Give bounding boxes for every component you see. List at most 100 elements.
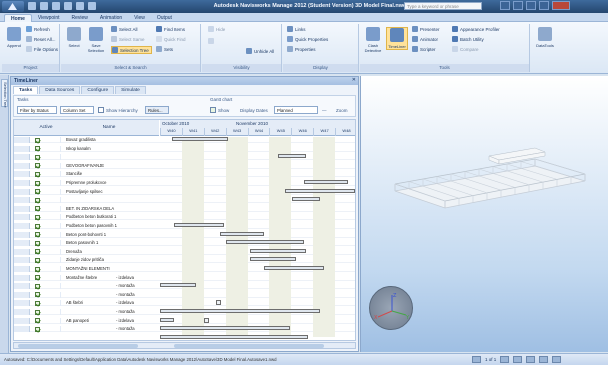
filter-status-dropdown[interactable]: Filter by Status [17,106,57,114]
active-checkbox[interactable] [35,197,40,203]
row-header[interactable] [14,274,30,281]
hide-button[interactable]: Hide [208,26,225,34]
quick-properties-button[interactable]: Quick Properties [287,36,328,44]
row-header[interactable] [14,257,30,264]
active-checkbox[interactable] [35,189,40,195]
3d-viewport[interactable]: Z X Y [360,76,608,352]
batch-utility-button[interactable]: Batch Utility [452,36,484,44]
active-checkbox[interactable] [35,223,40,229]
row-header[interactable] [14,266,30,272]
links-button[interactable]: Links [287,26,306,34]
display-dates-dropdown[interactable]: Planned [274,106,318,114]
gantt-bar[interactable] [220,231,264,236]
next-page-icon[interactable] [500,356,510,363]
gantt-bar[interactable] [160,309,320,313]
active-checkbox[interactable] [35,214,40,220]
gantt-bar[interactable] [250,257,296,262]
active-checkbox[interactable] [35,300,40,306]
save-selection-button[interactable]: Save Selection [85,27,107,53]
row-header[interactable] [14,326,30,333]
active-checkbox[interactable] [35,206,40,212]
gantt-bar[interactable] [264,266,324,270]
sets-button[interactable]: Sets [156,46,173,54]
row-header[interactable] [14,188,30,195]
row-header[interactable] [14,300,30,307]
show-gantt-checkbox[interactable] [210,107,216,113]
active-checkbox[interactable] [35,180,40,186]
selection-tree-button[interactable]: Selection Tree [111,46,152,54]
rules-button[interactable]: Rules... [145,106,169,114]
timeliner-button[interactable]: TimeLiner [386,27,408,50]
datatools-button[interactable]: DataTools [534,27,556,48]
gantt-bar[interactable] [250,248,306,253]
active-checkbox[interactable] [35,283,40,289]
tab-viewpoint[interactable]: Viewpoint [32,14,66,22]
active-checkbox[interactable] [35,249,40,255]
gantt-bar[interactable] [172,137,228,141]
print-icon[interactable] [64,2,72,10]
selection-tree-tab[interactable]: Selection Tree [1,79,8,108]
row-header[interactable] [14,162,30,169]
open-icon[interactable] [40,2,48,10]
animator-button[interactable]: Animator [412,36,438,44]
unhide-all-button[interactable]: Unhide All [246,48,274,56]
gantt-bar[interactable] [160,317,174,322]
column-header-name[interactable]: Name [64,125,154,130]
active-checkbox[interactable] [35,292,40,298]
scroll-thumb-left[interactable] [18,344,138,348]
save-icon[interactable] [52,2,60,10]
tab-view[interactable]: View [128,14,151,22]
gantt-bar[interactable] [160,326,290,331]
tab-data-sources[interactable]: Data Sources [39,86,81,94]
column-header-active[interactable]: Active [32,125,60,130]
presenter-button[interactable]: Presenter [412,26,440,34]
new-icon[interactable] [28,2,36,10]
properties-button[interactable]: Properties [287,46,316,54]
scroll-thumb-right[interactable] [174,344,324,348]
redo-icon[interactable] [88,2,96,10]
row-header[interactable] [14,248,30,255]
help-search-input[interactable]: Type a keyword or phrase [404,2,482,10]
reset-all-button[interactable]: Reset All... [26,36,56,44]
close-button[interactable] [552,1,570,10]
help-icon[interactable] [513,1,523,10]
gantt-bar[interactable] [278,154,306,159]
row-header[interactable] [14,137,30,143]
row-header[interactable] [14,180,30,186]
gantt-bar[interactable] [285,188,355,193]
active-checkbox[interactable] [35,146,40,152]
active-checkbox[interactable] [35,137,40,143]
gantt-bar[interactable] [292,197,320,202]
row-header[interactable] [14,171,30,178]
appearance-profiler-button[interactable]: Appearance Profiler [452,26,500,34]
find-items-button[interactable]: Find Items [156,26,185,34]
tab-review[interactable]: Review [66,14,94,22]
quick-find-input[interactable]: Quick Find [156,36,186,44]
horizontal-scrollbar[interactable] [13,342,356,349]
row-header[interactable] [14,240,30,247]
gantt-bar[interactable] [160,334,308,339]
row-header[interactable] [14,145,30,152]
row-header[interactable] [14,214,30,221]
row-header[interactable] [14,283,30,290]
active-checkbox[interactable] [35,318,40,324]
tab-home[interactable]: Home [4,14,32,22]
search-icon[interactable] [500,1,510,10]
zoom-slider-track[interactable]: — [322,108,327,113]
active-checkbox[interactable] [35,240,40,246]
tab-tasks[interactable]: Tasks [13,86,39,94]
undo-icon[interactable] [76,2,84,10]
gantt-bar[interactable] [226,240,304,245]
active-checkbox[interactable] [35,171,40,177]
maximize-button[interactable] [539,1,549,10]
refresh-button[interactable]: Refresh [26,26,50,34]
clash-detective-button[interactable]: Clash Detective [362,27,384,53]
row-header[interactable] [14,317,30,324]
first-page-icon[interactable] [472,356,481,363]
view-cube-gizmo[interactable]: Z X Y [369,286,413,330]
active-checkbox[interactable] [35,163,40,169]
tab-simulate[interactable]: Simulate [115,86,146,94]
file-options-button[interactable]: File Options [26,46,58,54]
active-checkbox[interactable] [35,232,40,238]
select-same-button[interactable]: Select Same [111,36,145,44]
